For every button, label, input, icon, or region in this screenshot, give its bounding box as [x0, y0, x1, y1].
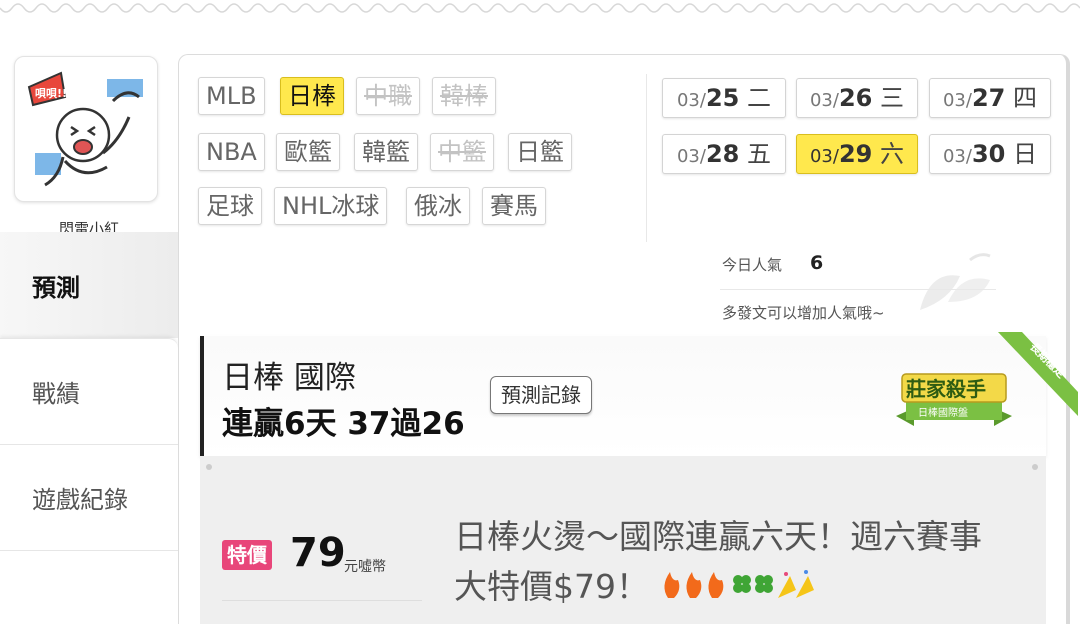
popularity-value: 6 [810, 252, 824, 274]
sidebar-tab-label: 預測 [32, 273, 80, 302]
date-weekday: 六 [880, 140, 904, 168]
date-0326[interactable]: 03/26 三 [796, 78, 918, 118]
date-day: 27 [971, 84, 1006, 112]
date-month: 03/ [942, 146, 972, 167]
sidebar-tab-predict[interactable]: 預測 [0, 232, 178, 338]
svg-text:唄唄!!: 唄唄!! [35, 87, 67, 100]
date-month: 03/ [809, 90, 839, 111]
date-0328[interactable]: 03/28 五 [662, 134, 786, 174]
sidebar-tab-record[interactable]: 戰績 [0, 338, 178, 444]
league-khl[interactable]: 俄冰 [406, 187, 470, 225]
date-0329[interactable]: 03/29 六 [796, 134, 918, 174]
sidebar-tab-game-log[interactable]: 遊戲紀錄 [0, 444, 178, 550]
card-accent-bar [200, 336, 204, 456]
svg-text:日棒國際盤: 日棒國際盤 [918, 406, 968, 419]
league-china-basketball[interactable]: 中籃 [430, 133, 494, 171]
price-value: 79 [290, 530, 346, 576]
sidebar-tab-label: 遊戲紀錄 [32, 486, 128, 514]
fire-clover-party-icons [663, 569, 814, 598]
league-horse-racing[interactable]: 賽馬 [482, 187, 546, 225]
date-weekday: 四 [1013, 84, 1037, 112]
date-0327[interactable]: 03/27 四 [929, 78, 1051, 118]
league-japan-basketball[interactable]: 日籃 [508, 133, 572, 171]
special-price-tag: 特價 [222, 540, 272, 570]
avatar-cartoon-icon: 唄唄!! [27, 71, 143, 187]
corner-dot [1032, 464, 1038, 470]
top-wave-border [0, 3, 1080, 13]
date-day: 30 [971, 140, 1006, 168]
popularity-label: 今日人氣 [722, 256, 783, 274]
sidebar-tab-label: 戰績 [32, 380, 80, 408]
league-korea-basketball[interactable]: 韓籃 [354, 133, 418, 171]
price-divider [222, 600, 422, 601]
league-cpbl[interactable]: 中職 [356, 77, 420, 115]
league-nba[interactable]: NBA [198, 133, 265, 171]
card-streak: 連贏6天 37過26 [222, 406, 465, 442]
league-mlb[interactable]: MLB [198, 77, 265, 115]
league-euro-basketball[interactable]: 歐籃 [276, 133, 340, 171]
date-day: 28 [705, 140, 740, 168]
date-day: 25 [705, 84, 740, 112]
date-month: 03/ [676, 146, 706, 167]
league-korea-baseball[interactable]: 韓棒 [432, 77, 496, 115]
popularity-hint: 多發文可以增加人氣哦~ [722, 304, 885, 322]
avatar[interactable]: 唄唄!! [14, 56, 158, 202]
date-weekday: 五 [747, 140, 771, 168]
date-day: 26 [838, 84, 873, 112]
emoji-row [660, 564, 820, 614]
corner-dot [206, 464, 212, 470]
decorative-leaf-icon [920, 253, 991, 310]
bookmaker-killer-badge-icon: 長期穩定 日棒國際盤 莊家殺手 [896, 332, 1078, 426]
filter-divider [646, 74, 647, 242]
date-weekday: 日 [1013, 140, 1037, 168]
date-0325[interactable]: 03/25 二 [662, 78, 786, 118]
date-weekday: 三 [880, 84, 904, 112]
svg-text:莊家殺手: 莊家殺手 [906, 377, 986, 401]
league-nhl[interactable]: NHL冰球 [274, 187, 388, 225]
date-weekday: 二 [747, 84, 771, 112]
date-month: 03/ [809, 146, 839, 167]
card-title: 日棒 國際 [222, 360, 356, 396]
sidebar-tab-more[interactable] [0, 550, 178, 590]
date-month: 03/ [942, 90, 972, 111]
date-day: 29 [838, 140, 873, 168]
popularity-divider [720, 289, 996, 290]
league-japan-baseball[interactable]: 日棒 [280, 77, 344, 115]
price-unit: 元噓幣 [344, 559, 386, 575]
league-soccer[interactable]: 足球 [198, 187, 262, 225]
offer-headline[interactable]: 日棒火燙～國際連贏六天！週六賽事大特價$79！ [454, 512, 1014, 614]
prediction-record-button[interactable]: 預測記錄 [490, 376, 592, 414]
date-month: 03/ [676, 90, 706, 111]
date-0330[interactable]: 03/30 日 [929, 134, 1051, 174]
